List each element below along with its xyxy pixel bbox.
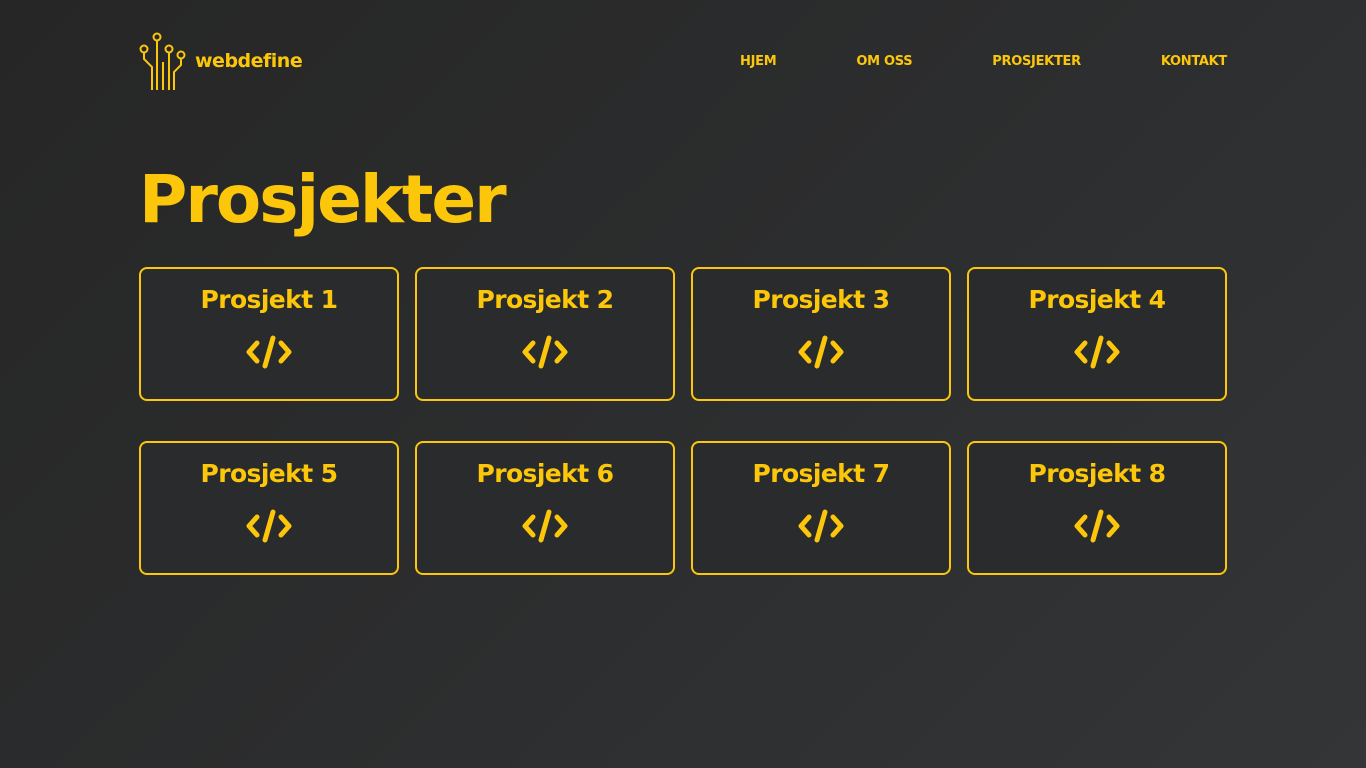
logo-text: webdefine [195,50,303,72]
page-title: Prosjekter [139,161,507,238]
code-icon [798,335,844,369]
nav-link-hjem[interactable]: HJEM [740,54,777,69]
circuit-icon [139,32,186,90]
project-card-8[interactable]: Prosjekt 8 [967,441,1227,575]
project-card-4[interactable]: Prosjekt 4 [967,267,1227,401]
main-nav: HJEM OM OSS PROSJEKTER KONTAKT [740,54,1227,69]
code-icon [522,509,568,543]
nav-link-kontakt[interactable]: KONTAKT [1161,54,1227,69]
logo-link[interactable]: webdefine [139,32,303,90]
project-card-title: Prosjekt 5 [200,459,339,488]
project-card-title: Prosjekt 1 [200,285,339,314]
project-card-title: Prosjekt 7 [752,459,891,488]
project-grid: Prosjekt 1 Prosjekt 2 Prosjekt 3 Prosjek… [139,267,1227,575]
project-card-6[interactable]: Prosjekt 6 [415,441,675,575]
project-card-title: Prosjekt 8 [1028,459,1167,488]
code-icon [1074,335,1120,369]
project-card-3[interactable]: Prosjekt 3 [691,267,951,401]
project-card-title: Prosjekt 3 [752,285,891,314]
code-icon [522,335,568,369]
code-icon [1074,509,1120,543]
code-icon [246,509,292,543]
project-card-title: Prosjekt 2 [476,285,615,314]
project-card-1[interactable]: Prosjekt 1 [139,267,399,401]
code-icon [246,335,292,369]
code-icon [798,509,844,543]
nav-link-prosjekter[interactable]: PROSJEKTER [992,54,1081,69]
nav-link-om-oss[interactable]: OM OSS [856,54,912,69]
project-card-5[interactable]: Prosjekt 5 [139,441,399,575]
site-header: webdefine HJEM OM OSS PROSJEKTER KONTAKT [139,32,1227,92]
project-card-2[interactable]: Prosjekt 2 [415,267,675,401]
project-card-title: Prosjekt 4 [1028,285,1167,314]
project-card-title: Prosjekt 6 [476,459,615,488]
project-card-7[interactable]: Prosjekt 7 [691,441,951,575]
